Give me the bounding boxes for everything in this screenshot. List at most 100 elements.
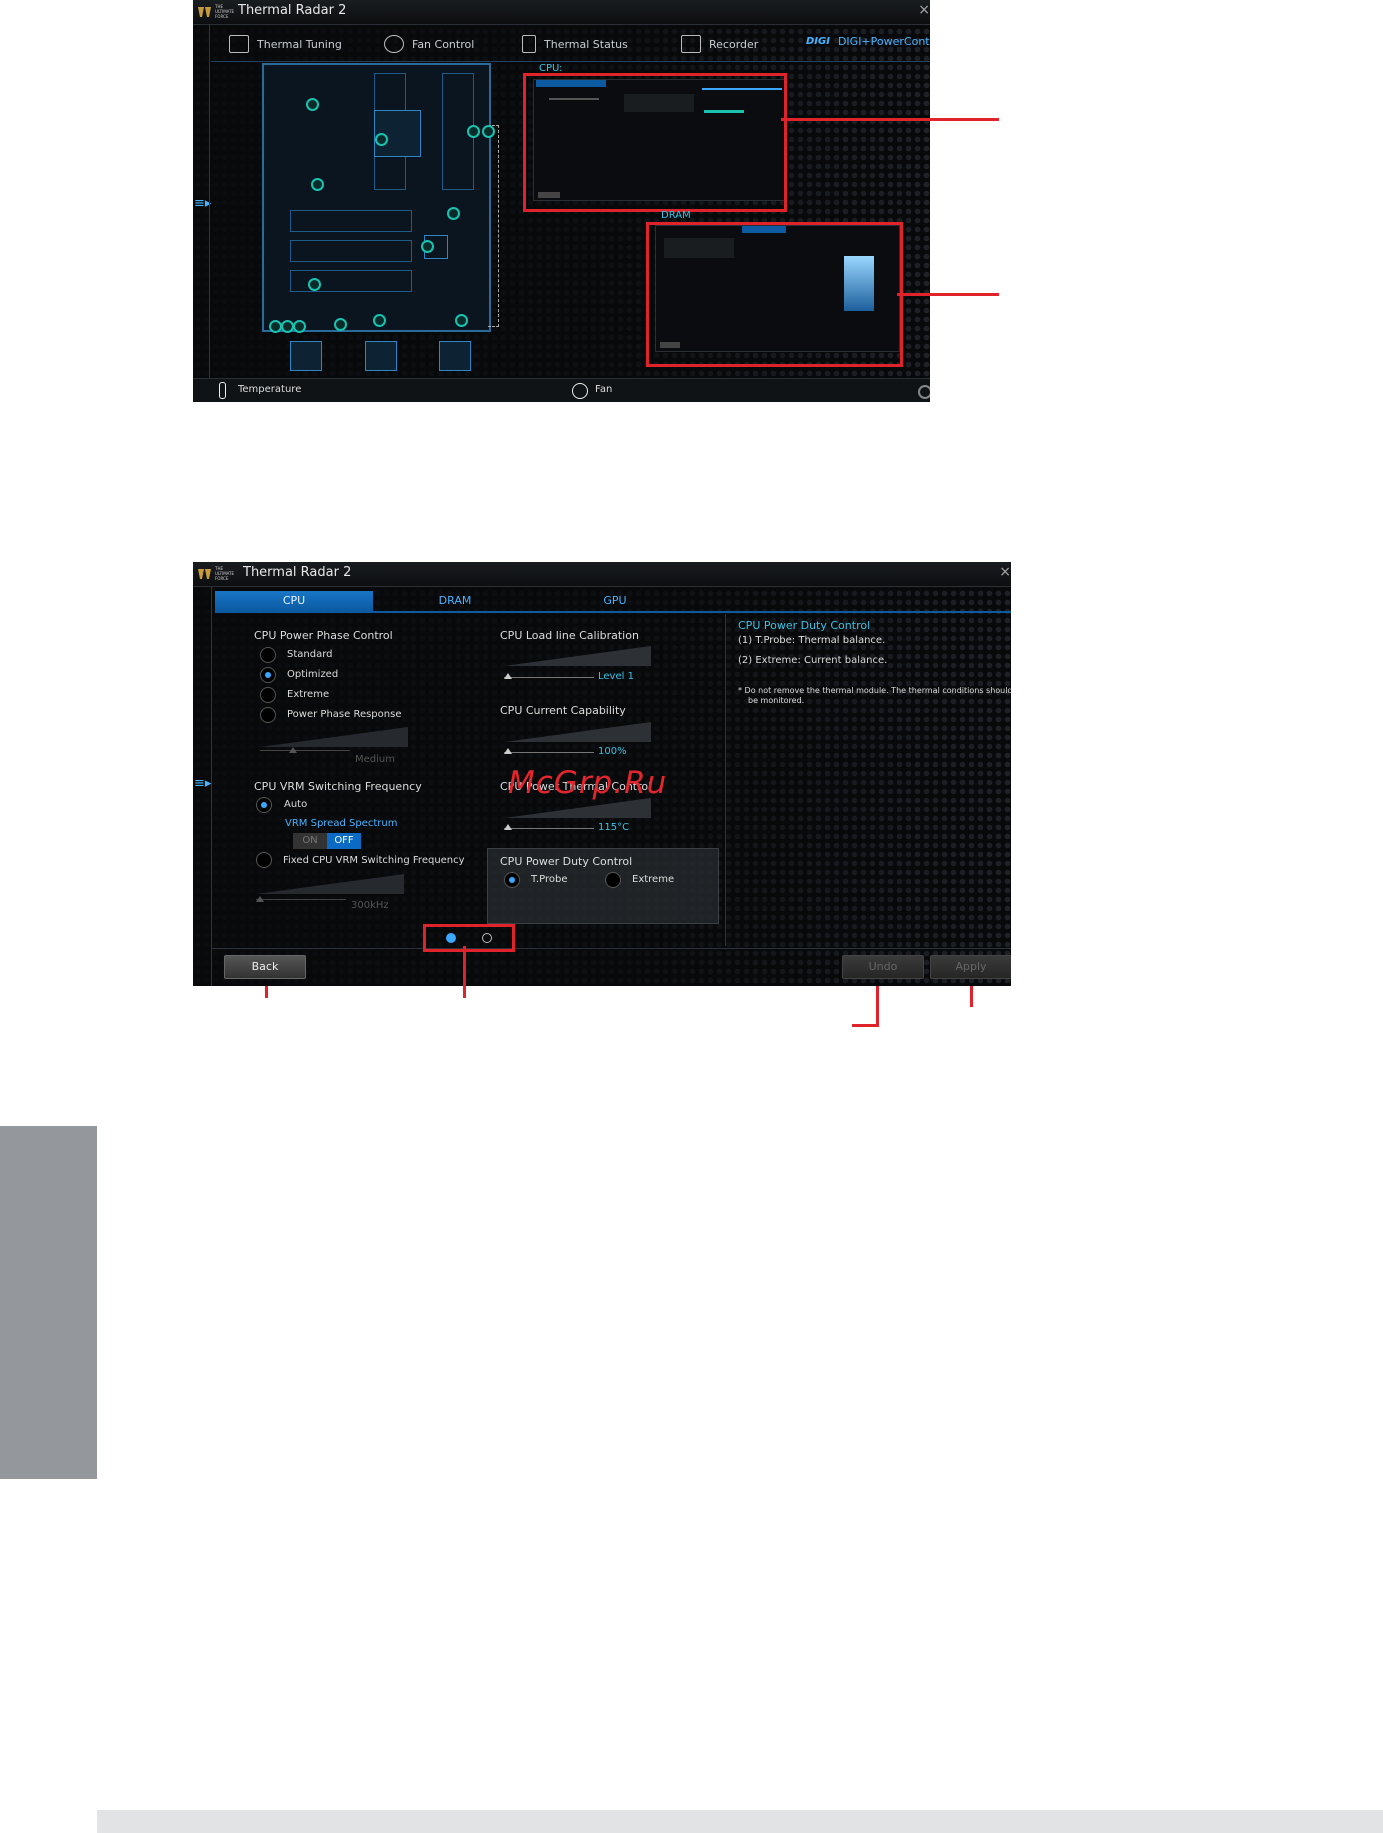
digi-icon: DIGI [806,36,830,47]
dram-callout-box [646,222,903,367]
thermal-slider-ramp[interactable] [504,798,651,818]
thermal-value: 115°C [598,822,630,833]
tab-dram[interactable]: DRAM [375,591,535,611]
document-icon [522,35,536,53]
thermal-sensor[interactable] [455,314,468,327]
help-line-2: (2) Extreme: Current balance. [738,655,888,666]
thermal-sensor[interactable] [467,125,480,138]
slider-thumb[interactable] [504,673,512,679]
toggle-on[interactable]: ON [293,833,327,849]
vrm-slider-value: 300kHz [351,900,389,911]
title-bar: THE ULTIMATE FORCE Thermal Radar 2 × [193,562,1011,587]
tab-gpu[interactable]: GPU [535,591,695,611]
slider-thumb[interactable] [256,896,264,902]
fan-icon [572,383,588,399]
tab-thermal-status[interactable]: Thermal Status [522,35,628,53]
status-bar: Temperature Fan [193,378,930,402]
help-note-2: be monitored. [748,696,805,705]
llc-slider-ramp[interactable] [504,646,651,666]
main-navigation: Thermal Tuning Fan Control Thermal Statu… [211,27,930,62]
duty-control-title: CPU Power Duty Control [500,855,633,868]
vrm-auto-label: Auto [284,799,308,810]
watermark: McGrp.Ru [508,765,668,801]
radio-extreme[interactable] [260,687,276,703]
toggle-off[interactable]: OFF [327,833,361,849]
thermometer-icon [219,382,226,399]
external-probe-icon[interactable] [439,341,471,371]
back-button[interactable]: Back [224,955,306,979]
help-note-1: * Do not remove the thermal module. The … [738,686,1011,695]
back-callout-line [265,986,268,998]
radio-standard[interactable] [260,647,276,663]
undo-button[interactable]: Undo [842,955,924,979]
temperature-label[interactable]: Temperature [238,384,301,395]
thermal-sensor[interactable] [311,178,324,191]
radio-power-phase-response[interactable] [260,707,276,723]
llc-value: Level 1 [598,671,634,682]
close-icon[interactable]: × [999,564,1011,580]
device-tabs: CPU DRAM GPU [215,591,1011,613]
expand-panel-icon[interactable]: ≡▸ [194,776,211,791]
radio-optimized[interactable] [260,667,276,683]
current-slider-ramp[interactable] [504,722,651,742]
power-phase-slider-value: Medium [355,754,395,765]
radio-vrm-auto[interactable] [256,797,272,813]
window-title: Thermal Radar 2 [243,565,352,580]
thermal-tuning-icon [229,35,249,53]
power-phase-title: CPU Power Phase Control [254,629,393,642]
slider-thumb[interactable] [289,747,297,753]
vrm-spread-toggle[interactable]: ON OFF [293,833,361,849]
help-line-1: (1) T.Probe: Thermal balance. [738,635,886,646]
current-capability-title: CPU Current Capability [500,704,626,717]
thermal-sensor[interactable] [293,320,306,333]
gear-icon[interactable] [918,385,930,399]
undo-callout-line [852,1024,879,1027]
tab-digi-power-control[interactable]: DIGI DIGI+PowerControl [806,35,930,48]
fan-label[interactable]: Fan [595,384,612,395]
window-title: Thermal Radar 2 [238,3,347,18]
motherboard-map [262,63,491,332]
thermal-sensor[interactable] [334,318,347,331]
thermal-sensor[interactable] [447,207,460,220]
option-power-phase-response: Power Phase Response [287,709,402,720]
tab-cpu[interactable]: CPU [215,591,373,611]
slider-thumb[interactable] [504,748,512,754]
radio-tprobe[interactable] [504,872,520,888]
thermal-sensor[interactable] [375,133,388,146]
undo-callout-line [876,986,879,1026]
radio-duty-extreme[interactable] [605,872,621,888]
option-optimized: Optimized [287,669,339,680]
thermal-sensor[interactable] [306,98,319,111]
dram-callout-label: DRAM [661,210,691,221]
recorder-icon [681,35,701,53]
thermal-sensor[interactable] [421,240,434,253]
power-phase-slider-ramp[interactable] [260,727,408,747]
dram-callout-line [897,293,999,296]
current-value: 100% [598,746,627,757]
brand-line: FORCE [215,14,229,19]
apply-callout-line [970,986,973,1007]
option-tprobe: T.Probe [531,874,568,885]
option-extreme: Extreme [287,689,330,700]
llc-title: CPU Load line Calibration [500,629,639,642]
radio-vrm-fixed[interactable] [256,852,272,868]
thermal-radar-overview-window: THE ULTIMATE FORCE Thermal Radar 2 × ≡▸ … [193,0,930,402]
thermal-sensor[interactable] [308,278,321,291]
external-probe-icon[interactable] [290,341,322,371]
tab-recorder[interactable]: Recorder [681,35,758,53]
thermal-sensor[interactable] [482,125,495,138]
option-duty-extreme: Extreme [632,874,675,885]
tab-fan-control[interactable]: Fan Control [384,35,474,53]
slider-thumb[interactable] [504,824,512,830]
external-probe-icon[interactable] [365,341,397,371]
apply-button[interactable]: Apply [930,955,1011,979]
vrm-fixed-label: Fixed CPU VRM Switching Frequency [283,855,465,866]
thermal-sensor[interactable] [373,314,386,327]
pager-callout-line [463,946,466,998]
vrm-spread-label: VRM Spread Spectrum [285,818,398,829]
tab-thermal-tuning[interactable]: Thermal Tuning [229,35,342,53]
vrm-slider-ramp[interactable] [256,874,404,894]
brand-line: FORCE [215,576,229,581]
close-icon[interactable]: × [918,2,930,18]
cpu-callout-line [781,118,999,121]
